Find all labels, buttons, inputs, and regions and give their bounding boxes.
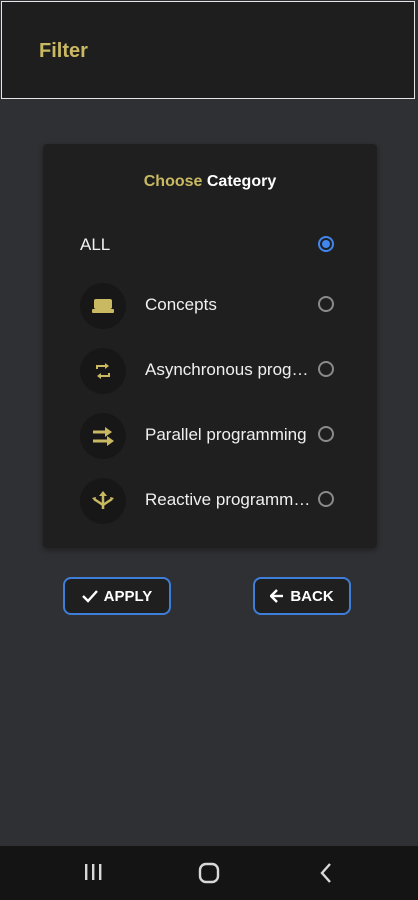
card-title: Choose Category xyxy=(43,173,377,191)
option-asynchronous[interactable]: Asynchronous programming xyxy=(43,346,377,396)
check-icon xyxy=(81,590,98,603)
arrow-left-icon xyxy=(270,589,284,603)
radio-selected[interactable] xyxy=(318,236,334,252)
page-title: Filter xyxy=(39,40,88,62)
option-reactive[interactable]: Reactive programming xyxy=(43,476,377,526)
option-label: Asynchronous programming xyxy=(145,360,311,379)
option-label: Reactive programming xyxy=(145,490,311,509)
radio-unselected[interactable] xyxy=(318,296,334,312)
radio-unselected[interactable] xyxy=(318,426,334,442)
layers-icon xyxy=(80,283,126,329)
apply-label: APPLY xyxy=(103,587,153,605)
back-button[interactable]: BACK xyxy=(253,577,351,615)
radio-unselected[interactable] xyxy=(318,361,334,377)
home-icon[interactable] xyxy=(198,862,220,884)
sync-icon xyxy=(80,348,126,394)
option-label: ALL xyxy=(80,235,111,254)
radio-unselected[interactable] xyxy=(318,491,334,507)
category-card: Choose Category ALL Concepts Asynchronou… xyxy=(43,144,377,548)
recent-apps-icon[interactable] xyxy=(83,862,103,882)
option-parallel[interactable]: Parallel programming xyxy=(43,411,377,461)
back-nav-icon[interactable] xyxy=(318,862,334,884)
parallel-arrows-icon xyxy=(80,413,126,459)
option-concepts[interactable]: Concepts xyxy=(43,281,377,331)
option-label: Concepts xyxy=(145,295,217,314)
fork-icon xyxy=(80,478,126,524)
apply-button[interactable]: APPLY xyxy=(63,577,171,615)
card-title-accent: Choose xyxy=(143,173,203,190)
system-nav-bar xyxy=(0,846,418,900)
back-label: BACK xyxy=(290,587,334,605)
card-title-rest: Category xyxy=(206,173,277,190)
app-bar: Filter xyxy=(1,1,415,99)
option-all[interactable]: ALL xyxy=(43,221,377,271)
option-label: Parallel programming xyxy=(145,425,307,444)
